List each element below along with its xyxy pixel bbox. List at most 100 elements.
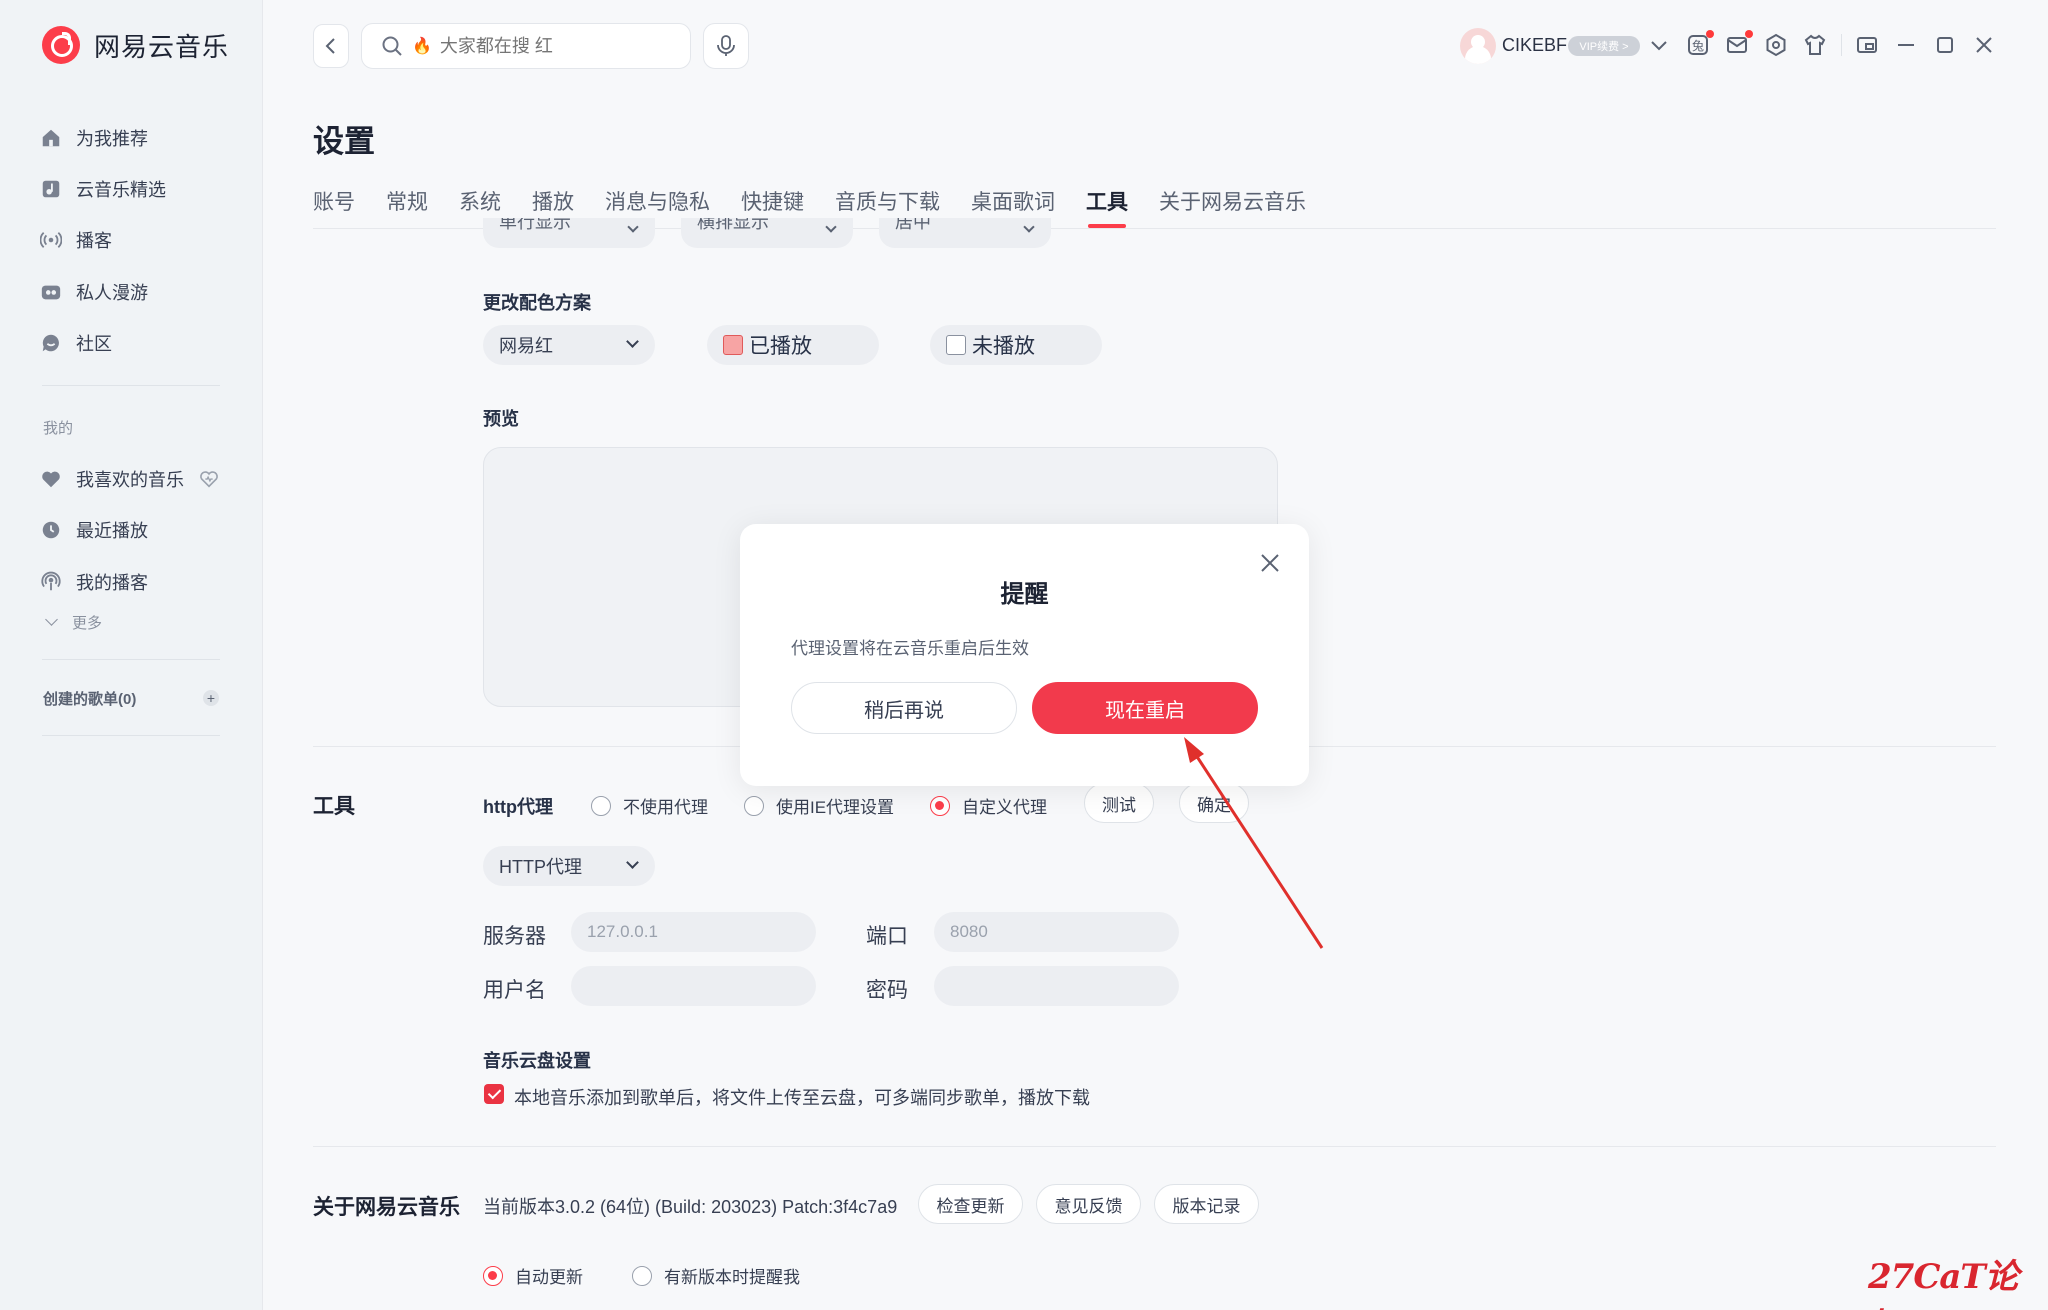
select-value: 单行显示 [499, 218, 571, 232]
sidebar-section-my: 我的 [43, 420, 74, 437]
preview-label: 预览 [483, 409, 519, 429]
chevron-down-icon [1023, 221, 1035, 233]
tab-tools[interactable]: 工具 [1086, 186, 1128, 228]
lyrics-lines-select[interactable]: 单行显示 [483, 218, 655, 248]
about-section-title: 关于网易云音乐 [313, 1196, 460, 1219]
mini-mode-icon[interactable] [1854, 32, 1880, 58]
close-icon[interactable] [1257, 550, 1283, 576]
skin-icon[interactable] [1802, 32, 1828, 58]
proxy-option-none[interactable]: 不使用代理 [591, 793, 708, 818]
sidebar-item-community[interactable]: 社区 [40, 330, 112, 356]
check-update-button[interactable]: 检查更新 [918, 1184, 1023, 1224]
username-label: 用户名 [483, 979, 546, 1002]
lyrics-direction-select[interactable]: 横排显示 [681, 218, 853, 248]
played-label: 已播放 [749, 335, 812, 358]
notification-dot [1706, 30, 1714, 38]
server-input[interactable] [571, 912, 816, 952]
vip-badge[interactable]: VIP续费 > [1568, 36, 1640, 56]
sidebar-item-podcast[interactable]: 播客 [40, 227, 112, 253]
toolbar-separator [1841, 34, 1842, 56]
color-scheme-select[interactable]: 网易红 [483, 325, 655, 365]
netease-logo-icon [42, 26, 80, 64]
sidebar-item-roaming[interactable]: 私人漫游 [40, 279, 148, 305]
restart-reminder-dialog: 提醒 代理设置将在云音乐重启后生效 稍后再说 现在重启 [740, 524, 1309, 786]
tab-general[interactable]: 常规 [386, 186, 428, 228]
password-label: 密码 [866, 979, 908, 1002]
dialog-message: 代理设置将在云音乐重启后生效 [791, 639, 1029, 658]
sidebar-item-liked-music[interactable]: 我喜欢的音乐 [40, 466, 184, 492]
proxy-option-ie[interactable]: 使用IE代理设置 [744, 793, 894, 818]
update-option-auto[interactable]: 自动更新 [483, 1263, 583, 1288]
dialog-title: 提醒 [1000, 581, 1049, 608]
cloud-upload-checkbox[interactable] [484, 1084, 504, 1104]
sidebar-item-my-podcast[interactable]: 我的播客 [40, 569, 148, 595]
tab-account[interactable]: 账号 [313, 186, 355, 228]
voice-search-button[interactable] [703, 23, 749, 69]
tools-section-title: 工具 [313, 795, 355, 818]
radio-label: 自定义代理 [962, 798, 1047, 817]
home-icon [40, 127, 62, 149]
chevron-down-icon [45, 613, 58, 626]
page-title: 设置 [313, 124, 375, 159]
cloud-upload-label: 本地音乐添加到歌单后，将文件上传至云盘，可多端同步歌单，播放下载 [514, 1088, 1090, 1108]
password-input[interactable] [934, 966, 1179, 1006]
fire-icon: 🔥 [412, 38, 432, 55]
forum-watermark: 27CaT论坛 [1868, 1257, 2019, 1310]
podcast-icon [40, 571, 62, 593]
proxy-type-select[interactable]: HTTP代理 [483, 846, 655, 886]
maximize-icon[interactable] [1932, 32, 1958, 58]
color-scheme-label: 更改配色方案 [483, 293, 591, 313]
username[interactable]: CIKEBF [1502, 35, 1567, 56]
select-value: HTTP代理 [499, 857, 582, 877]
lyrics-align-select[interactable]: 居中 [879, 218, 1051, 248]
version-text: 当前版本3.0.2 (64位) (Build: 203023) Patch:3f… [483, 1197, 898, 1217]
played-color-picker[interactable]: 已播放 [707, 325, 879, 365]
chat-icon [40, 332, 62, 354]
search-box[interactable]: 🔥 [361, 23, 691, 69]
unplayed-color-picker[interactable]: 未播放 [930, 325, 1102, 365]
test-proxy-button[interactable]: 测试 [1084, 783, 1154, 823]
settings-icon[interactable] [1763, 32, 1789, 58]
sidebar-item-recent[interactable]: 最近播放 [40, 517, 148, 543]
minimize-icon[interactable] [1893, 32, 1919, 58]
sidebar-item-label: 私人漫游 [76, 283, 148, 303]
close-icon[interactable] [1971, 32, 1997, 58]
radio-icon [40, 281, 62, 303]
radio-button-selected [930, 795, 950, 816]
port-label: 端口 [866, 925, 908, 948]
app-name: 网易云音乐 [94, 31, 230, 62]
tab-about[interactable]: 关于网易云音乐 [1159, 186, 1306, 228]
port-input[interactable] [934, 912, 1179, 952]
restart-now-button[interactable]: 现在重启 [1032, 682, 1258, 734]
radio-label: 自动更新 [515, 1268, 583, 1287]
radio-button [744, 795, 764, 816]
sidebar-item-featured[interactable]: 云音乐精选 [40, 176, 166, 202]
app-logo[interactable]: 网易云音乐 [42, 26, 229, 64]
sidebar-item-label: 最近播放 [76, 521, 148, 541]
sidebar-more-label: 更多 [72, 615, 103, 632]
podcast-icon [40, 229, 62, 251]
search-icon [382, 36, 402, 56]
microphone-icon [717, 35, 735, 56]
back-button[interactable] [313, 24, 349, 68]
later-button[interactable]: 稍后再说 [791, 682, 1017, 734]
avatar[interactable] [1460, 28, 1496, 64]
chevron-left-icon [325, 38, 335, 54]
radio-label: 使用IE代理设置 [776, 798, 895, 817]
heart-icon [40, 468, 62, 490]
select-value: 网易红 [499, 336, 553, 356]
chevron-down-icon[interactable] [1646, 32, 1672, 58]
confirm-proxy-button[interactable]: 确定 [1179, 783, 1249, 823]
update-option-notify[interactable]: 有新版本时提醒我 [632, 1263, 800, 1288]
heart-mode-icon[interactable] [198, 468, 220, 490]
feedback-button[interactable]: 意见反馈 [1036, 1184, 1141, 1224]
username-input[interactable] [571, 966, 816, 1006]
sidebar-item-recommend[interactable]: 为我推荐 [40, 125, 148, 151]
changelog-button[interactable]: 版本记录 [1154, 1184, 1259, 1224]
add-playlist-icon[interactable]: + [203, 690, 219, 706]
sidebar-more[interactable]: 更多 [40, 612, 102, 633]
music-note-icon [40, 178, 62, 200]
proxy-option-custom[interactable]: 自定义代理 [930, 793, 1047, 818]
sidebar-item-label: 云音乐精选 [76, 180, 166, 200]
search-input[interactable] [439, 35, 690, 57]
